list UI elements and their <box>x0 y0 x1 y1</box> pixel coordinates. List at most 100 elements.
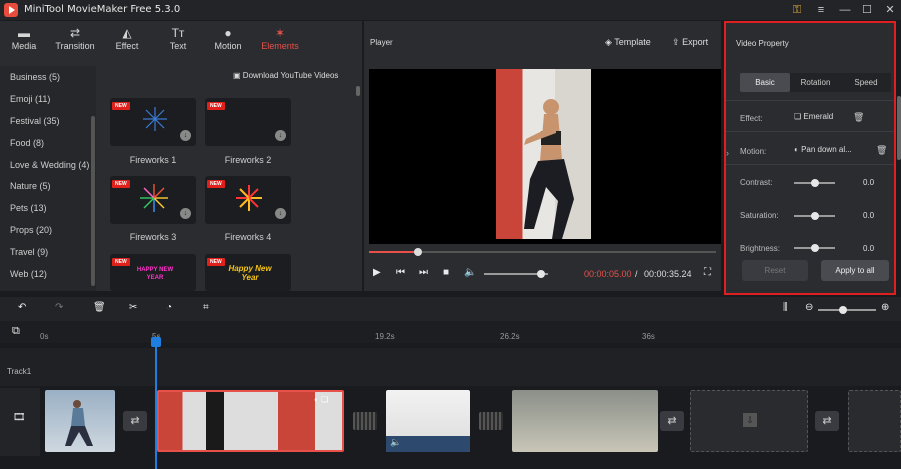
add-track-icon[interactable]: ⧉ <box>12 325 20 338</box>
video-preview[interactable] <box>369 69 721 244</box>
brightness-label: Brightness: <box>740 244 781 253</box>
video-clip[interactable] <box>45 390 115 452</box>
ruler-tick: 36s <box>642 332 655 341</box>
template-button[interactable]: ◈ Template <box>605 37 651 48</box>
category-item[interactable]: Nature (5) <box>10 181 51 191</box>
category-item[interactable]: Food (8) <box>10 138 44 148</box>
transition-slot-icon[interactable]: ⇄ <box>123 411 147 431</box>
minimize-button[interactable]: — <box>836 1 854 19</box>
tab-media[interactable]: ▬ Media <box>1 26 47 51</box>
volume-slider[interactable] <box>484 270 548 278</box>
ruler-tick: 26.2s <box>500 332 520 341</box>
video-clip[interactable]: 🔈 <box>386 390 470 452</box>
key-icon[interactable]: ⚿ <box>788 1 806 19</box>
tab-rotation[interactable]: Rotation <box>790 73 841 92</box>
saturation-slider[interactable] <box>794 212 835 220</box>
transition-placeholder[interactable] <box>479 412 503 430</box>
tab-elements[interactable]: ✶ Elements <box>257 26 303 51</box>
delete-effect-icon[interactable]: 🗑 <box>853 112 864 123</box>
download-icon[interactable]: ↓ <box>275 208 286 219</box>
delete-icon[interactable]: 🗑 <box>93 302 106 313</box>
playhead-line[interactable] <box>155 337 157 469</box>
effect-icon: ◭ <box>122 26 132 40</box>
export-button[interactable]: ⇪ Export <box>672 37 708 48</box>
tab-basic[interactable]: Basic <box>740 73 790 92</box>
element-card-fireworks-4[interactable]: NEW ↓ <box>205 176 291 224</box>
close-button[interactable]: ✕ <box>881 1 899 19</box>
element-card-happy-new-year-2[interactable]: NEW Happy New Year <box>205 254 291 291</box>
category-item[interactable]: Love & Wedding (4) <box>10 160 89 170</box>
play-icon[interactable]: ▶ <box>373 267 381 278</box>
layers-icon: ◈ <box>605 37 612 47</box>
category-item[interactable]: Emoji (11) <box>10 94 50 104</box>
zoom-out-icon[interactable]: ⊖ <box>805 302 813 313</box>
category-item[interactable]: Web (12) <box>10 269 47 279</box>
fullscreen-icon[interactable]: ⛶ <box>704 267 711 278</box>
playback-progress-track[interactable] <box>369 248 716 256</box>
total-time: 00:00:35.24 <box>644 269 692 279</box>
transition-slot-icon[interactable]: ⇄ <box>660 411 684 431</box>
zoom-slider[interactable] <box>818 306 876 314</box>
brightness-handle[interactable] <box>811 244 819 252</box>
collapse-panel-icon[interactable]: › <box>726 148 731 162</box>
tab-text[interactable]: Tт Text <box>155 26 201 51</box>
playback-progress-handle[interactable] <box>413 248 422 256</box>
elements-scrollbar[interactable] <box>356 86 360 96</box>
element-card-happy-new-year-1[interactable]: NEW HAPPY NEW YEAR <box>110 254 196 291</box>
maximize-button[interactable]: ☐ <box>858 1 876 19</box>
crop-icon[interactable]: ⌗ <box>203 302 209 313</box>
contrast-slider[interactable] <box>794 179 835 187</box>
download-youtube-link[interactable]: ▣ Download YouTube Videos <box>233 71 338 80</box>
element-card-fireworks-1[interactable]: NEW ↓ <box>110 98 196 146</box>
volume-handle[interactable] <box>536 270 545 278</box>
category-item[interactable]: Business (5) <box>10 72 60 82</box>
category-item[interactable]: Props (20) <box>10 225 52 235</box>
category-item[interactable]: Pets (13) <box>10 203 47 213</box>
prev-frame-icon[interactable]: ⏮ <box>396 267 405 278</box>
redo-icon[interactable]: ↷ <box>55 302 63 313</box>
fit-zoom-icon[interactable]: ⫼ <box>783 302 788 313</box>
motion-value[interactable]: ◐ Pan down al... <box>794 145 852 154</box>
undo-icon[interactable]: ↶ <box>18 302 26 313</box>
transition-slot-icon[interactable]: ⇄ <box>815 411 839 431</box>
stop-icon[interactable]: ■ <box>443 267 449 278</box>
property-scrollbar[interactable] <box>897 96 901 160</box>
transition-icon: ⇄ <box>69 26 81 40</box>
download-icon[interactable]: ↓ <box>275 130 286 141</box>
element-card-fireworks-2[interactable]: NEW ↓ <box>205 98 291 146</box>
video-clip[interactable] <box>512 390 658 452</box>
playback-progress-fill <box>369 251 418 253</box>
volume-icon[interactable]: 🔈 <box>464 267 476 278</box>
category-item[interactable]: Festival (35) <box>10 116 60 126</box>
element-card-fireworks-3[interactable]: NEW ↓ <box>110 176 196 224</box>
timeline-ruler[interactable]: ⧉ 0s 5s 19.2s 26.2s 36s <box>0 321 901 343</box>
menu-icon[interactable]: ≡ <box>812 1 830 19</box>
tab-motion[interactable]: ● Motion <box>205 26 251 51</box>
contrast-handle[interactable] <box>811 179 819 187</box>
title-bar: MiniTool MovieMaker Free 5.3.0 ⚿ ≡ — ☐ ✕ <box>0 0 901 20</box>
tab-speed[interactable]: Speed <box>841 73 891 92</box>
category-scrollbar[interactable] <box>91 116 95 286</box>
next-frame-icon[interactable]: ⏭ <box>419 267 428 278</box>
empty-clip-slot[interactable] <box>848 390 901 452</box>
tab-effect[interactable]: ◭ Effect <box>104 26 150 51</box>
apply-to-all-button[interactable]: Apply to all <box>821 260 889 281</box>
zoom-in-icon[interactable]: ⊕ <box>881 302 889 313</box>
brightness-slider[interactable] <box>794 244 835 252</box>
effect-value[interactable]: ❏ Emerald <box>794 112 833 121</box>
reset-button[interactable]: Reset <box>742 260 808 281</box>
empty-clip-slot[interactable]: ⇩ <box>690 390 808 452</box>
speed-icon[interactable]: ◔ <box>166 302 172 313</box>
category-item[interactable]: Travel (9) <box>10 247 48 257</box>
playhead-handle[interactable] <box>151 337 161 347</box>
video-clip-selected[interactable]: ◐ ❏ <box>157 390 344 452</box>
split-icon[interactable]: ✂ <box>129 302 137 313</box>
saturation-handle[interactable] <box>811 212 819 220</box>
transition-placeholder[interactable] <box>353 412 377 430</box>
download-icon[interactable]: ↓ <box>180 130 191 141</box>
download-icon[interactable]: ↓ <box>180 208 191 219</box>
delete-motion-icon[interactable]: 🗑 <box>876 145 887 156</box>
tab-transition[interactable]: ⇄ Transition <box>52 26 98 51</box>
zoom-handle[interactable] <box>839 306 847 314</box>
motion-icon: ● <box>224 26 232 40</box>
